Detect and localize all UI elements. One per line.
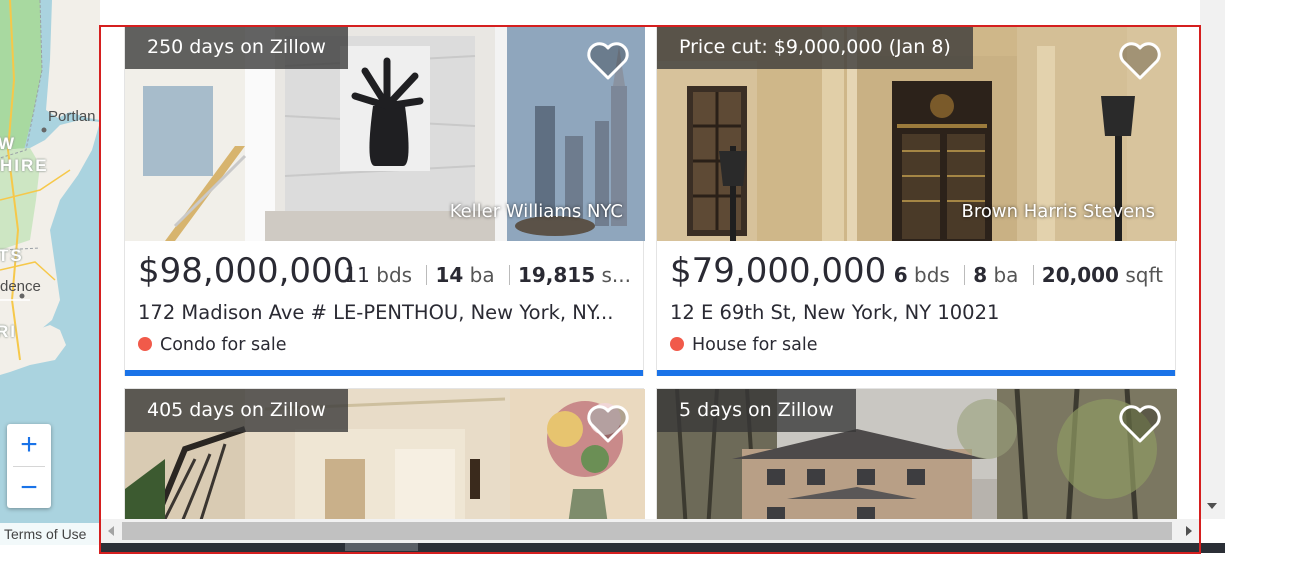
map-label-state-bottom: TS bbox=[0, 246, 24, 265]
zoom-in-button[interactable]: + bbox=[7, 424, 51, 466]
listing-status: House for sale bbox=[670, 335, 818, 355]
listing-specs: 11 bds 14 ba 19,815 s... bbox=[344, 263, 631, 287]
spec-divider bbox=[1032, 265, 1034, 285]
favorite-heart-icon[interactable] bbox=[585, 403, 631, 445]
listing-address: 172 Madison Ave # LE-PENTHOU, New York, … bbox=[138, 301, 614, 324]
listing-results[interactable]: 250 days on Zillow Keller Williams NYC $… bbox=[100, 0, 1200, 545]
days-on-market-badge: 5 days on Zillow bbox=[657, 389, 856, 432]
outer-horizontal-scrollbar[interactable] bbox=[100, 543, 1225, 553]
sqft-count: 20,000 bbox=[1041, 263, 1119, 287]
days-on-market-badge: 405 days on Zillow bbox=[125, 389, 348, 432]
spec-divider bbox=[426, 265, 428, 285]
listing-specs: 6 bds 8 ba 20,000 sqft bbox=[894, 263, 1163, 287]
listing-status-text: House for sale bbox=[692, 335, 818, 355]
listing-card[interactable]: 250 days on Zillow Keller Williams NYC $… bbox=[124, 25, 645, 376]
outer-scroll-thumb[interactable] bbox=[345, 543, 418, 551]
baths-unit: ba bbox=[993, 263, 1019, 287]
listing-card[interactable]: Price cut: $9,000,000 (Jan 8) Brown Harr… bbox=[656, 25, 1177, 376]
terms-of-use-link[interactable]: Terms of Use bbox=[0, 523, 100, 545]
map-label-portland: Portlan bbox=[48, 108, 96, 125]
listing-agent: Keller Williams NYC bbox=[449, 201, 623, 222]
listing-details[interactable]: $79,000,000 6 bds 8 ba 20,000 sqft 12 E … bbox=[657, 241, 1177, 371]
scroll-down-arrow-icon[interactable] bbox=[1207, 503, 1217, 509]
favorite-heart-icon[interactable] bbox=[1117, 40, 1163, 82]
beds-unit: bds bbox=[914, 263, 950, 287]
card-accent-bar bbox=[657, 370, 1175, 376]
baths-unit: ba bbox=[469, 263, 495, 287]
status-dot-icon bbox=[138, 337, 152, 351]
spec-divider bbox=[508, 265, 510, 285]
map-label-state-ri: RI bbox=[0, 322, 17, 341]
days-on-market-badge: 250 days on Zillow bbox=[125, 26, 348, 69]
map-panel[interactable]: Portlan W HIRE TS dence RI + − Terms of … bbox=[0, 0, 100, 545]
baths-count: 14 bbox=[435, 263, 464, 287]
listing-agent: Brown Harris Stevens bbox=[961, 201, 1155, 222]
horizontal-scroll-thumb[interactable] bbox=[122, 522, 1172, 540]
listing-address: 12 E 69th St, New York, NY 10021 bbox=[670, 301, 1000, 324]
sqft-unit: sqft bbox=[1125, 263, 1163, 287]
scroll-left-arrow-icon[interactable] bbox=[108, 526, 114, 536]
listing-photo[interactable]: Price cut: $9,000,000 (Jan 8) Brown Harr… bbox=[657, 26, 1177, 241]
listing-price: $79,000,000 bbox=[670, 251, 887, 291]
map-label-state-top: HIRE bbox=[0, 156, 49, 175]
vertical-scrollbar[interactable] bbox=[1200, 0, 1225, 519]
beds-count: 11 bbox=[344, 263, 370, 287]
sqft-unit: s... bbox=[601, 263, 632, 287]
favorite-heart-icon[interactable] bbox=[1117, 403, 1163, 445]
listing-status: Condo for sale bbox=[138, 335, 287, 355]
listing-details[interactable]: $98,000,000 11 bds 14 ba 19,815 s... 172… bbox=[125, 241, 645, 371]
status-dot-icon bbox=[670, 337, 684, 351]
baths-count: 8 bbox=[973, 263, 988, 287]
zoom-out-button[interactable]: − bbox=[7, 467, 51, 509]
listing-photo[interactable]: 250 days on Zillow Keller Williams NYC bbox=[125, 26, 645, 241]
favorite-heart-icon[interactable] bbox=[585, 40, 631, 82]
horizontal-scrollbar[interactable] bbox=[100, 519, 1200, 543]
beds-count: 6 bbox=[893, 263, 908, 287]
listing-status-text: Condo for sale bbox=[160, 335, 287, 355]
sqft-count: 19,815 bbox=[517, 263, 596, 287]
map-zoom-control: + − bbox=[7, 424, 51, 508]
scroll-right-arrow-icon[interactable] bbox=[1186, 526, 1192, 536]
card-accent-bar bbox=[125, 370, 643, 376]
price-cut-badge: Price cut: $9,000,000 (Jan 8) bbox=[657, 26, 973, 69]
map-label-providence: dence bbox=[0, 278, 41, 295]
listing-price: $98,000,000 bbox=[138, 251, 355, 291]
spec-divider bbox=[964, 265, 966, 285]
map-label-state-w: W bbox=[0, 134, 17, 153]
beds-unit: bds bbox=[376, 263, 413, 287]
